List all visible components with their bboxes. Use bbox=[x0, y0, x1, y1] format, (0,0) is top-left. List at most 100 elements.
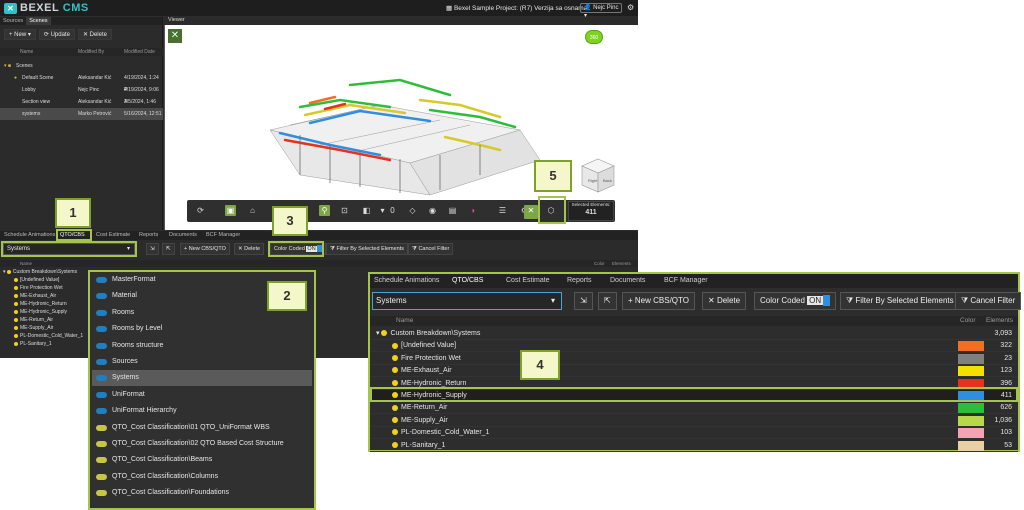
dropdown-option-label: QTO_Cost Classification\02 QTO Based Cos… bbox=[112, 440, 284, 447]
zoom-tree-row[interactable]: ME-Exhaust_Air 123 bbox=[370, 365, 1018, 378]
scene-row[interactable]: Lobby Nejc Pinc 4/19/2024, 9:06 A bbox=[0, 84, 163, 105]
filter-by-selected-button[interactable]: ⧩ Filter By Selected Elements bbox=[326, 243, 408, 255]
zoom-new-cbs-button[interactable]: + New CBS/QTO bbox=[622, 292, 695, 310]
dropdown-option[interactable]: QTO_Cost Classification\Columns bbox=[92, 469, 312, 485]
dropdown-option[interactable]: Rooms structure bbox=[92, 338, 312, 354]
dropdown-option[interactable]: QTO_Cost Classification\Beams bbox=[92, 452, 312, 468]
tree-item[interactable]: ME-Hydronic_Return bbox=[14, 300, 67, 308]
dropdown-option[interactable]: Sources bbox=[92, 354, 312, 370]
collapse-icon[interactable]: ⇱ bbox=[162, 243, 175, 255]
update-button[interactable]: ⟳ Update bbox=[38, 29, 75, 40]
callout-4: 4 bbox=[520, 350, 560, 380]
zoom-tree-root[interactable]: ▾ Custom Breakdown\Systems 3,093 bbox=[370, 328, 1018, 340]
tab-schedule-animations[interactable]: Schedule Animations bbox=[4, 232, 55, 238]
color-swatch[interactable] bbox=[958, 428, 984, 439]
tree-item[interactable]: Fire Protection Wet bbox=[14, 284, 63, 292]
measure-icon[interactable]: ⊡ bbox=[339, 205, 350, 216]
tab-sources[interactable]: Sources bbox=[0, 17, 26, 25]
view-cube[interactable]: Right Back bbox=[579, 157, 617, 195]
theme-icon[interactable]: ◑ bbox=[467, 205, 478, 216]
zoom-cancel-filter-button[interactable]: ⧩ Cancel Filter bbox=[955, 292, 1022, 310]
zoom-tab-cost-estimate[interactable]: Cost Estimate bbox=[506, 277, 550, 284]
category-chip-icon bbox=[96, 473, 107, 480]
tree-item[interactable]: ME-Return_Air bbox=[14, 316, 53, 324]
tab-bcf-manager[interactable]: BCF Manager bbox=[206, 232, 240, 238]
tab-cost-estimate[interactable]: Cost Estimate bbox=[96, 232, 130, 238]
zoom-tree-row[interactable]: PL-Sanitary_1 53 bbox=[370, 440, 1018, 452]
360-view-badge[interactable]: 360 bbox=[585, 30, 603, 44]
scene-row-selected[interactable]: systems Marko Petrović 5/16/2024, 12:51 bbox=[0, 108, 163, 120]
zoom-tree-row[interactable]: ME-Return_Air 626 bbox=[370, 402, 1018, 415]
scene-row[interactable]: ● Default Scene Aleksandar Kić 4/19/2024, 1… bbox=[0, 72, 163, 93]
building-model[interactable] bbox=[200, 45, 580, 200]
zoom-filter-button[interactable]: ⧩ Filter By Selected Elements bbox=[840, 292, 960, 310]
zoom-icon[interactable]: ⚲ bbox=[319, 205, 330, 216]
tab-scenes[interactable]: Scenes bbox=[26, 17, 51, 25]
zoom-row-label: ME-Return_Air bbox=[392, 402, 447, 414]
dropdown-option-label: QTO_Cost Classification\Beams bbox=[112, 456, 213, 464]
home-icon[interactable]: ⌂ bbox=[247, 205, 258, 216]
dropdown-option[interactable]: Rooms by Level bbox=[92, 321, 312, 337]
zoom-tree-row[interactable]: Fire Protection Wet 23 bbox=[370, 353, 1018, 365]
camera-icon[interactable]: ◉ bbox=[427, 205, 438, 216]
color-swatch[interactable] bbox=[958, 440, 984, 451]
delete-cbs-button[interactable]: ✕ Delete bbox=[234, 243, 265, 255]
color-swatch[interactable] bbox=[958, 403, 984, 414]
svg-text:Right: Right bbox=[588, 178, 598, 183]
expand-icon[interactable]: ⇲ bbox=[146, 243, 159, 255]
tree-root[interactable]: ▾ Custom Breakdown\Systems bbox=[3, 268, 77, 276]
left-tabs: Sources Scenes bbox=[0, 17, 162, 25]
status-dot-icon bbox=[392, 429, 398, 436]
image-icon[interactable]: ▤ bbox=[447, 205, 458, 216]
dropdown-option[interactable]: UniFormat bbox=[92, 387, 312, 403]
category-chip-icon bbox=[96, 342, 107, 349]
gear-icon[interactable]: ⚙ bbox=[627, 3, 634, 12]
zoom-tree-row[interactable]: ME-Supply_Air 1,036 bbox=[370, 415, 1018, 427]
zoom-color-coded-toggle[interactable]: Color Coded ON bbox=[754, 292, 837, 310]
color-swatch[interactable] bbox=[958, 415, 984, 426]
refresh-icon[interactable]: ⟳ bbox=[195, 205, 206, 216]
tab-documents[interactable]: Documents bbox=[169, 232, 197, 238]
new-cbs-button[interactable]: + New CBS/QTO bbox=[180, 243, 230, 255]
zoom-tab-qto-cbs[interactable]: QTO/CBS bbox=[452, 277, 483, 284]
tab-reports[interactable]: Reports bbox=[139, 232, 158, 238]
cube-icon[interactable]: ◧ bbox=[361, 205, 372, 216]
dropdown-option-label: UniFormat Hierarchy bbox=[112, 407, 177, 415]
zoom-expand-icon[interactable]: ⇲ bbox=[574, 292, 593, 310]
zoom-tree-row[interactable]: PL-Domestic_Cold_Water_1 103 bbox=[370, 427, 1018, 440]
list-icon[interactable]: ☰ bbox=[497, 205, 508, 216]
dropdown-option[interactable]: QTO_Cost Classification\Foundations bbox=[92, 485, 312, 501]
color-swatch[interactable] bbox=[958, 366, 984, 377]
tree-item[interactable]: ME-Exhaust_Air bbox=[14, 292, 56, 300]
tree-item[interactable]: PL-Domestic_Cold_Water_1 bbox=[14, 332, 83, 340]
dropdown-option[interactable]: QTO_Cost Classification\02 QTO Based Cos… bbox=[92, 436, 312, 452]
tree-item[interactable]: ME-Hydronic_Supply bbox=[14, 308, 67, 316]
zoom-breakdown-select[interactable]: Systems ▾ bbox=[372, 292, 562, 310]
section-icon[interactable]: ◇ bbox=[407, 205, 418, 216]
color-swatch[interactable] bbox=[958, 353, 984, 364]
new-scene-button[interactable]: + New ▾ bbox=[4, 29, 36, 40]
color-swatch[interactable] bbox=[958, 341, 984, 352]
project-title[interactable]: ▦ Bexel Sample Project: (R7) Verzija sa … bbox=[446, 4, 587, 12]
zoom-tab-bcf-manager[interactable]: BCF Manager bbox=[664, 277, 708, 284]
isolate-icon[interactable]: ✕ bbox=[524, 205, 538, 219]
tree-item[interactable]: ME-Supply_Air bbox=[14, 324, 53, 332]
cancel-filter-button[interactable]: ⧩ Cancel Filter bbox=[408, 243, 454, 255]
scene-row[interactable]: Section view Aleksandar Kić 7/5/2024, 1:46… bbox=[0, 96, 163, 117]
tree-item[interactable]: PL-Sanitary_1 bbox=[14, 340, 52, 348]
zoom-tab-schedule-animations[interactable]: Schedule Animations bbox=[374, 277, 439, 284]
select-icon[interactable]: ▣ bbox=[225, 205, 236, 216]
zoom-tree-row[interactable]: [Undefined Value] 322 bbox=[370, 340, 1018, 353]
dropdown-option[interactable]: Systems bbox=[92, 370, 312, 387]
delete-scene-button[interactable]: ✕ Delete bbox=[77, 29, 112, 40]
scene-folder[interactable]: ▾ ■ Scenes bbox=[0, 60, 163, 72]
category-chip-icon bbox=[96, 424, 107, 431]
zoom-tab-reports[interactable]: Reports bbox=[567, 277, 592, 284]
tree-item[interactable]: [Undefined Value] bbox=[14, 276, 59, 284]
zoom-collapse-icon[interactable]: ⇱ bbox=[598, 292, 617, 310]
dropdown-option[interactable]: QTO_Cost Classification\01 QTO_UniFormat… bbox=[92, 420, 312, 436]
zoom-tab-documents[interactable]: Documents bbox=[610, 277, 645, 284]
dropdown-option[interactable]: UniFormat Hierarchy bbox=[92, 403, 312, 419]
zoom-delete-button[interactable]: ✕ Delete bbox=[702, 292, 747, 310]
user-menu[interactable]: 👤 Nejc Pinc ▾ bbox=[580, 3, 622, 19]
